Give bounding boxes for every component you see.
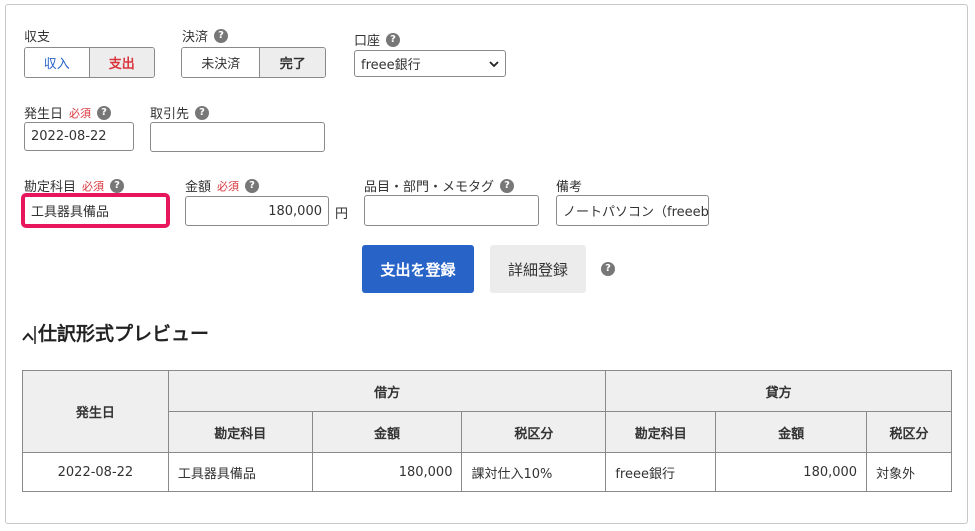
row-date: 2022-08-22 xyxy=(22,452,169,492)
shushi-label: 収支 xyxy=(24,30,51,45)
credit-header: 貸方 xyxy=(605,370,952,412)
question-circle-icon[interactable]: ? xyxy=(214,28,229,43)
question-circle-icon[interactable]: ? xyxy=(110,178,125,193)
row-credit-account: freee銀行 xyxy=(605,452,717,492)
row-credit-tax: 対象外 xyxy=(866,452,952,492)
unsettled-option[interactable]: 未決済 xyxy=(182,48,260,77)
currency-unit: 円 xyxy=(335,207,349,222)
partner-input[interactable] xyxy=(150,122,325,152)
question-circle-icon[interactable]: ? xyxy=(386,32,401,47)
question-circle-icon[interactable]: ? xyxy=(245,178,260,193)
category-input[interactable]: 工具器具備品 xyxy=(21,193,170,228)
kessai-label: 決済? xyxy=(182,26,229,45)
debit-header: 借方 xyxy=(167,370,607,412)
row-debit-amount: 180,000 xyxy=(311,452,463,492)
credit-account-header: 勘定科目 xyxy=(605,411,717,453)
row-credit-amount: 180,000 xyxy=(715,452,868,492)
table-row: 2022-08-22 工具器具備品 180,000 課対仕入10% freee銀… xyxy=(22,452,952,492)
register-expense-button[interactable]: 支出を登録 xyxy=(362,245,474,293)
journal-preview-table: 発生日 借方 貸方 勘定科目 金額 税区分 勘定科目 金額 税区分 2022-0… xyxy=(22,370,952,492)
memo-label: 備考 xyxy=(556,180,583,195)
date-label: 発生日 必須? xyxy=(24,103,112,122)
chevron-down-icon xyxy=(489,60,499,67)
debit-tax-header: 税区分 xyxy=(461,411,607,453)
income-option[interactable]: 収入 xyxy=(25,48,89,77)
debit-account-header: 勘定科目 xyxy=(167,411,313,453)
credit-amount-header: 金額 xyxy=(715,411,868,453)
amount-label: 金額 必須? xyxy=(185,176,260,195)
preview-title[interactable]: 仕訳形式プレビュー xyxy=(22,319,209,346)
credit-tax-header: 税区分 xyxy=(866,411,952,453)
row-debit-tax: 課対仕入10% xyxy=(461,452,607,492)
question-circle-icon[interactable]: ? xyxy=(97,105,112,120)
date-header: 発生日 xyxy=(22,370,169,453)
date-input[interactable]: 2022-08-22 xyxy=(24,122,134,151)
partner-label: 取引先? xyxy=(150,103,210,122)
debit-amount-header: 金額 xyxy=(311,411,463,453)
expense-option[interactable]: 支出 xyxy=(88,48,154,77)
detail-register-button[interactable]: 詳細登録 xyxy=(490,245,586,293)
account-label: 口座? xyxy=(354,30,401,49)
account-select[interactable]: freee銀行 xyxy=(354,50,506,77)
tags-label: 品目・部門・メモタグ? xyxy=(364,176,515,195)
memo-input[interactable]: ノートパソコン（freeeb xyxy=(556,195,709,226)
settled-option[interactable]: 完了 xyxy=(259,48,325,77)
amount-input[interactable]: 180,000 xyxy=(185,196,329,226)
question-circle-icon[interactable]: ? xyxy=(195,105,210,120)
question-circle-icon[interactable]: ? xyxy=(500,178,515,193)
chevron-up-icon[interactable] xyxy=(22,322,36,344)
shushi-toggle: 収入 支出 xyxy=(24,47,155,78)
kessai-toggle: 未決済 完了 xyxy=(181,47,326,78)
row-debit-account: 工具器具備品 xyxy=(167,452,313,492)
tags-input[interactable] xyxy=(364,195,539,226)
account-value: freee銀行 xyxy=(361,58,421,73)
question-circle-icon[interactable]: ? xyxy=(601,262,615,276)
